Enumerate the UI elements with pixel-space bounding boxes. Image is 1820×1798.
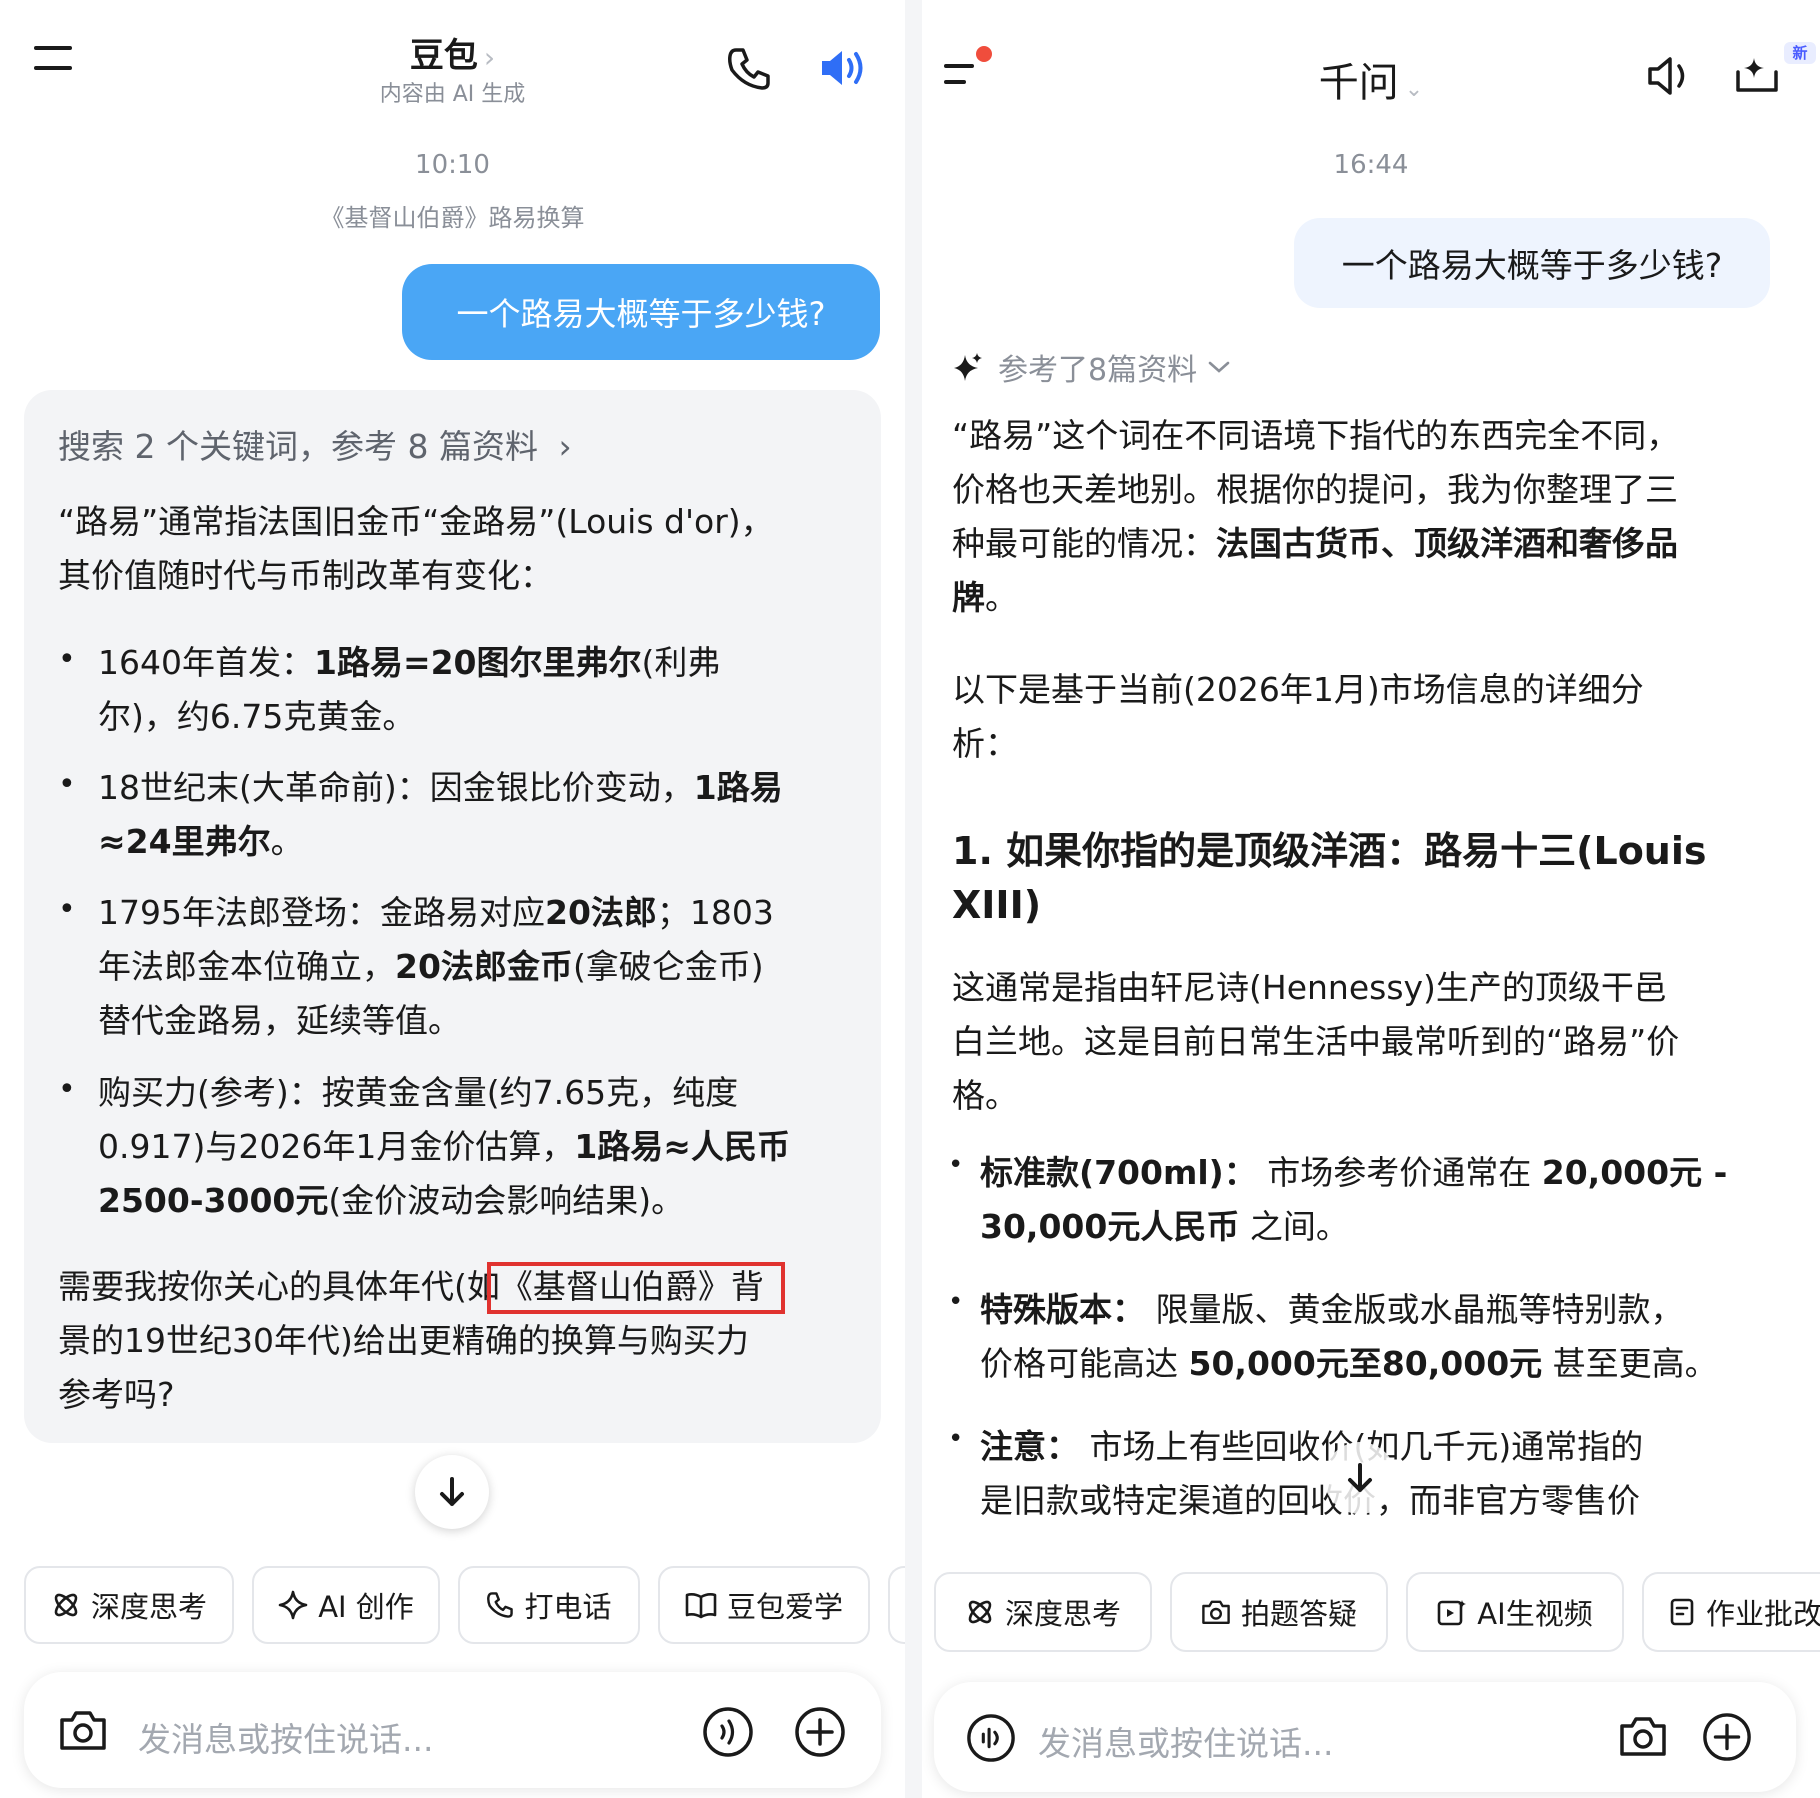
chat-title-text: 豆包 — [409, 36, 478, 76]
bullet-dot: • — [58, 1072, 76, 1107]
bullet-dot: • — [58, 892, 76, 927]
bullet-dot: • — [948, 1287, 964, 1317]
message-input[interactable]: 发消息或按住说话... — [1038, 1717, 1333, 1765]
voice-icon[interactable] — [966, 1713, 1016, 1763]
message-time: 16:44 — [1333, 150, 1409, 180]
chip-ai-create[interactable]: AI 创作 — [252, 1566, 440, 1644]
bullet-dot: • — [58, 642, 76, 677]
panel-divider — [905, 0, 922, 1798]
plus-icon[interactable] — [1702, 1712, 1752, 1762]
user-message-bubble[interactable]: 一个路易大概等于多少钱? — [402, 264, 880, 360]
speaker-icon[interactable] — [818, 46, 868, 90]
list-item: 1795年法郎登场：金路易对应20法郎；1803 年法郎金本位确立，20法郎金币… — [98, 893, 774, 1040]
plus-icon[interactable] — [794, 1706, 846, 1758]
chevron-right-icon: › — [558, 427, 572, 466]
bullet-dot: • — [948, 1424, 964, 1454]
reply-line: 其价值随时代与币制改革有变化： — [58, 556, 553, 595]
atom-icon — [965, 1597, 995, 1627]
phone-icon[interactable] — [726, 46, 772, 92]
chip-call[interactable]: 打电话 — [458, 1566, 640, 1644]
chip-homework-correction[interactable]: 作业批改 — [1642, 1572, 1820, 1652]
speaker-icon[interactable] — [1646, 54, 1694, 98]
bullet-dot: • — [948, 1150, 964, 1180]
scroll-down-button[interactable] — [415, 1455, 489, 1529]
references-toggle[interactable]: 参考了8篇资料 — [952, 345, 1231, 389]
chip-label: AI 创作 — [318, 1590, 414, 1624]
chevron-down-icon: ⌄ — [1404, 77, 1424, 102]
user-message-bubble[interactable]: 一个路易大概等于多少钱? — [1294, 218, 1770, 308]
section-heading: 1. 如果你指的是顶级洋酒：路易十三(Louis XIII) — [952, 829, 1707, 927]
chip-label: AI生视频 — [1477, 1597, 1593, 1631]
chip-overflow[interactable] — [888, 1566, 905, 1644]
chip-label: 深度思考 — [90, 1590, 207, 1624]
chip-doubao-learn[interactable]: 豆包爱学 — [658, 1566, 870, 1644]
camera-icon[interactable] — [1618, 1714, 1668, 1758]
reply-paragraph: “路易”这个词在不同语境下指代的东西完全不同， 价格也天差地别。根据你的提问，我… — [952, 416, 1680, 617]
book-icon — [685, 1591, 717, 1619]
voice-icon[interactable] — [702, 1706, 754, 1758]
scroll-down-button[interactable] — [1324, 1442, 1396, 1514]
list-item: 购买力(参考)：按黄金含量(约7.65克，纯度 0.917)与2026年1月金价… — [98, 1073, 790, 1220]
chevron-right-icon: › — [483, 41, 496, 74]
reply-line: “路易”通常指法国旧金币“金路易”(Louis d'or)， — [58, 502, 774, 541]
reply-intro: “路易”通常指法国旧金币“金路易”(Louis d'or)， 其价值随时代与币制… — [58, 495, 858, 603]
sparkle-icon — [278, 1590, 308, 1620]
chip-label: 豆包爱学 — [726, 1590, 843, 1624]
phone-icon — [486, 1591, 514, 1619]
chip-deep-thinking[interactable]: 深度思考 — [934, 1572, 1152, 1652]
chip-label: 作业批改 — [1706, 1597, 1820, 1631]
arrow-down-icon — [1345, 1462, 1375, 1494]
search-summary-link[interactable]: 搜索 2 个关键词，参考 8 篇资料 › — [58, 420, 572, 468]
list-item: 特殊版本： 限量版、黄金版或水晶瓶等特别款， 价格可能高达 50,000元至80… — [980, 1290, 1718, 1383]
red-highlight-box — [487, 1262, 785, 1314]
references-text: 参考了8篇资料 — [998, 353, 1198, 388]
doubao-panel: 豆包 › 内容由 AI 生成 10:10 《基督山伯爵》路易换算 一个路易大概等于… — [0, 0, 905, 1798]
video-icon — [1437, 1598, 1467, 1626]
chip-label: 深度思考 — [1004, 1597, 1121, 1631]
new-badge: 新 — [1784, 42, 1816, 64]
arrow-down-icon — [437, 1476, 467, 1508]
new-chat-icon[interactable] — [1732, 50, 1782, 96]
reply-paragraph: 以下是基于当前(2026年1月)市场信息的详细分 析： — [952, 670, 1644, 763]
chevron-down-icon — [1207, 359, 1231, 375]
message-input[interactable]: 发消息或按住说话... — [138, 1713, 433, 1761]
search-summary-text: 搜索 2 个关键词，参考 8 篇资料 — [58, 427, 538, 466]
message-time: 10:10 — [415, 150, 490, 180]
conversation-topic: 《基督山伯爵》路易换算 — [320, 204, 585, 232]
reply-paragraph: 这通常是指由轩尼诗(Hennessy)生产的顶级干邑 白兰地。这是目前日常生活中… — [952, 968, 1680, 1115]
sparkle-icon — [952, 351, 984, 383]
chip-photo-question[interactable]: 拍题答疑 — [1170, 1572, 1388, 1652]
atom-icon — [51, 1590, 81, 1620]
list-item: 18世纪末(大革命前)：因金银比价变动，1路易 ≈24里弗尔。 — [98, 768, 783, 861]
list-item: 标准款(700ml)： 市场参考价通常在 20,000元 - 30,000元人民… — [980, 1153, 1728, 1246]
chip-label: 打电话 — [524, 1590, 612, 1624]
camera-icon — [1201, 1598, 1231, 1626]
qianwen-panel: 千问 ⌄ 新 16:44 一个路易大概等于多少钱? 参考了8篇资料 “路易”这个词… — [922, 0, 1820, 1798]
homework-icon — [1670, 1598, 1696, 1626]
list-item: 1640年首发：1路易=20图尔里弗尔(利弗 尔)，约6.75克黄金。 — [98, 643, 721, 736]
bullet-dot: • — [58, 767, 76, 802]
chip-deep-thinking[interactable]: 深度思考 — [24, 1566, 234, 1644]
camera-icon[interactable] — [58, 1708, 108, 1752]
chat-title-text: 千问 — [1318, 60, 1399, 106]
chip-label: 拍题答疑 — [1240, 1597, 1357, 1631]
chip-ai-video[interactable]: AI生视频 — [1406, 1572, 1624, 1652]
